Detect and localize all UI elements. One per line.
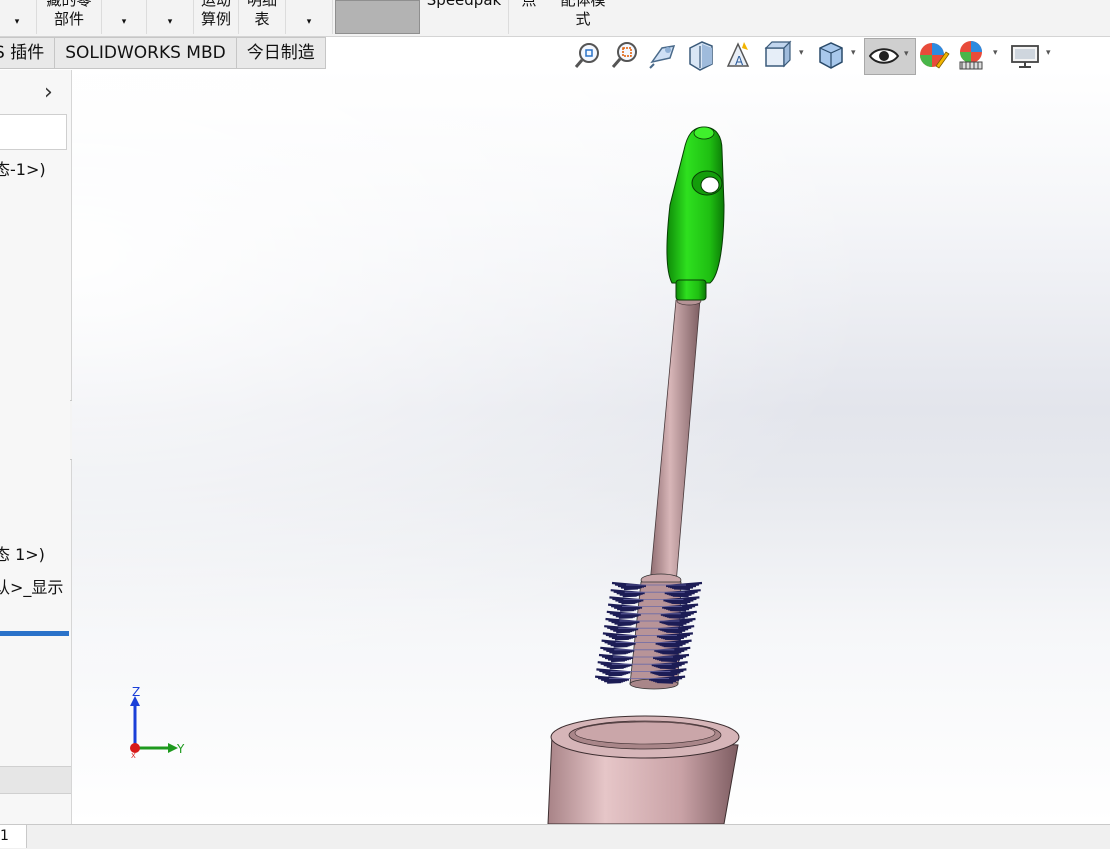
mate-mode-button[interactable]: 配体模 式 — [550, 0, 616, 34]
toilet-brush-model[interactable] — [72, 70, 1110, 824]
svg-text:A: A — [735, 54, 744, 68]
bill-of-materials-button[interactable]: 明细 表 — [239, 0, 286, 34]
previous-view-icon[interactable] — [646, 38, 680, 72]
bristle — [668, 624, 684, 625]
panel-section-header — [0, 766, 71, 794]
bristle — [674, 588, 690, 589]
bristle — [657, 682, 673, 683]
dropdown-arrow-icon: ▾ — [147, 14, 193, 31]
dynamic-annotation-view-icon[interactable]: A — [722, 38, 756, 72]
apply-scene-dropdown[interactable]: ▾ — [993, 48, 998, 58]
chevron-right-icon[interactable]: › — [44, 80, 53, 105]
show-hidden-components-button[interactable]: 藏的零 部件 — [37, 0, 102, 34]
bristle — [670, 610, 686, 611]
bristle — [607, 682, 621, 683]
bristle — [616, 632, 630, 633]
selection-highlight-bar — [0, 631, 69, 636]
bristle — [662, 653, 678, 654]
ribbon-dropdown-button[interactable]: ▾ — [286, 0, 333, 34]
coordinate-triad: Z Y X — [122, 682, 202, 762]
bristle — [621, 603, 635, 604]
zoom-to-area-icon[interactable] — [608, 38, 642, 72]
bristle — [666, 632, 682, 633]
button-label-line1: 点 — [509, 0, 549, 9]
display-style-icon[interactable] — [814, 38, 848, 72]
x-axis-label: X — [131, 752, 136, 760]
bristle — [658, 675, 674, 676]
filter-input[interactable] — [0, 114, 67, 150]
bristle — [661, 660, 677, 661]
status-bar: 1 — [0, 824, 1110, 849]
bristle — [618, 624, 632, 625]
view-orientation-icon[interactable] — [760, 38, 794, 72]
button-label-line1: 明细 — [239, 0, 285, 9]
hide-show-items-button[interactable]: ▾ — [864, 38, 916, 75]
selected-ribbon-button[interactable] — [335, 0, 420, 34]
bristle — [623, 596, 637, 597]
ribbon-dropdown-button[interactable]: ▾ — [147, 0, 194, 34]
bristle — [669, 617, 685, 618]
bristle — [660, 668, 676, 669]
motion-study-button[interactable]: 运动 算例 — [194, 0, 239, 34]
button-label-line1: 藏的零 — [37, 0, 101, 9]
bristle — [671, 603, 687, 604]
tab-addins[interactable]: S 插件 — [0, 37, 55, 69]
dropdown-arrow-icon: ▾ — [286, 14, 332, 31]
tree-item-configuration-2[interactable]: 态 1>) — [0, 541, 45, 565]
bristle — [614, 646, 628, 647]
button-label-line2: 表 — [239, 11, 285, 28]
view-settings-dropdown[interactable]: ▾ — [1046, 48, 1051, 58]
tree-item-display-state[interactable]: 认>_显示 — [0, 574, 63, 598]
button-label-line2: 式 — [550, 11, 616, 28]
edit-appearance-icon[interactable] — [916, 38, 950, 72]
dropdown-arrow-icon: ▾ — [102, 14, 146, 31]
button-label-line1: Speedpak — [420, 0, 508, 9]
tab-today-manufacturing[interactable]: 今日制造 — [237, 37, 326, 69]
brush-rod — [650, 297, 701, 584]
graphics-viewport[interactable] — [72, 70, 1110, 824]
y-axis-label: Y — [176, 742, 185, 756]
section-view-icon[interactable] — [684, 38, 718, 72]
dropdown-arrow-icon: ▾ — [0, 14, 36, 31]
bristle — [620, 610, 634, 611]
zoom-to-fit-icon[interactable] — [572, 38, 606, 72]
apply-scene-icon[interactable] — [954, 38, 988, 72]
view-settings-icon[interactable] — [1008, 38, 1042, 72]
brush-holder-cup — [548, 716, 739, 824]
button-label-line1: 运动 — [194, 0, 238, 9]
bristle — [610, 668, 624, 669]
button-label-line1: 配体模 — [550, 0, 616, 9]
bristle — [615, 639, 629, 640]
hide-show-items-icon — [867, 39, 901, 73]
bristle — [611, 660, 625, 661]
button-label-line2: 部件 — [37, 11, 101, 28]
feature-manager-panel: › 态-1>) 态 1>) 认>_显示 — [0, 70, 72, 824]
bristle — [612, 653, 626, 654]
view-orientation-dropdown[interactable]: ▾ — [799, 48, 804, 58]
brush-handle — [667, 127, 724, 300]
hide-show-dropdown[interactable]: ▾ — [904, 49, 909, 59]
z-axis-label: Z — [132, 685, 140, 699]
bristle — [665, 639, 681, 640]
command-ribbon: ▾ 藏的零 部件 ▾ ▾ 运动 算例 明细 表 ▾ Speedpak 点 配体模… — [0, 0, 1110, 37]
bristle — [673, 596, 689, 597]
speedpak-button[interactable]: Speedpak — [420, 0, 509, 34]
ribbon-dropdown-button[interactable]: ▾ — [0, 0, 37, 34]
bristle — [619, 617, 633, 618]
bristle — [608, 675, 622, 676]
point-button[interactable]: 点 — [509, 0, 549, 34]
ribbon-dropdown-button[interactable]: ▾ — [102, 0, 147, 34]
tab-solidworks-mbd[interactable]: SOLIDWORKS MBD — [55, 37, 237, 69]
bristle — [664, 646, 680, 647]
button-label-line2: 算例 — [194, 11, 238, 28]
bristle — [624, 588, 638, 589]
command-manager-tabs: S 插件 SOLIDWORKS MBD 今日制造 — [0, 37, 326, 69]
model-tab[interactable]: 1 — [0, 825, 27, 848]
display-style-dropdown[interactable]: ▾ — [851, 48, 856, 58]
tree-item-configuration[interactable]: 态-1>) — [0, 156, 46, 180]
